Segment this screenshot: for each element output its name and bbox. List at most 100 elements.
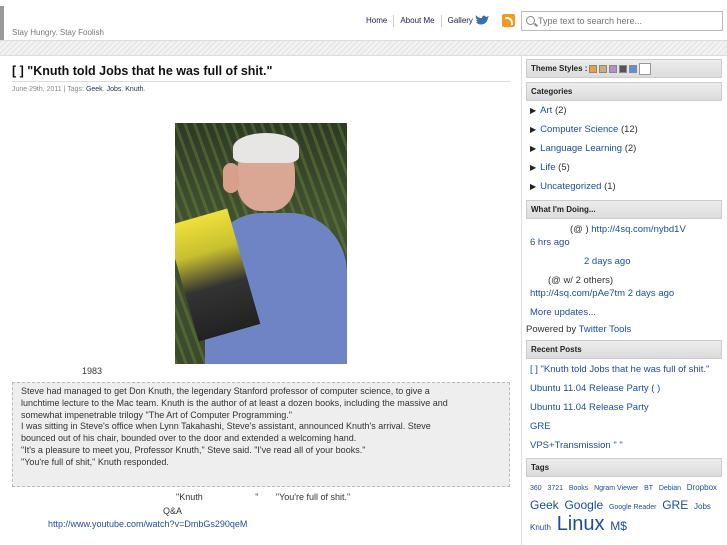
twitter-tools-link[interactable]: Twitter Tools	[579, 324, 632, 335]
recent-post-item[interactable]: Ubuntu 11.04 Release Party	[526, 395, 727, 414]
theme-swatch-dark[interactable]	[619, 64, 628, 73]
category-link[interactable]: Uncategorized	[540, 181, 601, 192]
youtube-link[interactable]: http://www.youtube.com/watch?v=DmbGs290q…	[48, 519, 247, 529]
category-item[interactable]: ▶ Life (5)	[526, 158, 727, 177]
tag-cloud-link[interactable]: BT	[644, 485, 653, 492]
arrow-right-icon: ▶	[530, 182, 537, 191]
tweet-link[interactable]: http://4sq.com/pAe7tm	[530, 288, 625, 299]
recent-post-link[interactable]: [ ] "Knuth told Jobs that he was full of…	[530, 364, 709, 375]
tag-cloud-link[interactable]: 360	[530, 485, 542, 492]
post-text-line: "Knuth " "You're full of shit."	[176, 492, 351, 502]
recent-post-link[interactable]: VPS+Transmission " "	[530, 440, 623, 451]
category-item[interactable]: ▶ Art (2)	[526, 101, 727, 120]
recent-post-item[interactable]: [ ] "Knuth told Jobs that he was full of…	[526, 359, 727, 376]
tag-cloud: 360 3721 Books Ngram Viewer BT Debian Dr…	[526, 477, 727, 536]
title-divider	[12, 81, 510, 82]
tag-cloud-link[interactable]: Google	[564, 498, 603, 512]
category-item[interactable]: ▶ Computer Science (12)	[526, 120, 727, 139]
quote-line: Steve had managed to get Don Knuth, the …	[21, 386, 430, 396]
tag-cloud-link[interactable]: Knuth	[530, 523, 551, 532]
arrow-right-icon: ▶	[530, 163, 537, 172]
tag-cloud-link[interactable]: Google Reader	[609, 504, 656, 511]
arrow-right-icon: ▶	[530, 106, 537, 115]
recent-posts-header: Recent Posts	[526, 340, 722, 359]
recent-post-link[interactable]: GRE	[530, 421, 551, 432]
recent-post-link[interactable]: Ubuntu 11.04 Release Party ( )	[530, 383, 660, 394]
category-link[interactable]: Life	[540, 162, 555, 173]
theme-styles-header: Theme Styles :	[526, 59, 722, 78]
photo-hair	[233, 133, 299, 163]
quote-line: lunchtime lecture to the Mac team. Knuth…	[21, 397, 448, 408]
recent-post-item[interactable]: VPS+Transmission " "	[526, 433, 727, 452]
main-content: [ ] "Knuth told Jobs that he was full of…	[0, 56, 522, 545]
tag-cloud-link[interactable]: Dropbox	[687, 483, 717, 492]
category-count: (12)	[620, 124, 638, 135]
knuth-photo	[175, 123, 347, 364]
tag-cloud-link[interactable]: Books	[569, 485, 588, 492]
photo-caption: 1983	[82, 366, 103, 376]
category-count: (2)	[624, 143, 637, 154]
tweet-text: (@ )	[570, 224, 589, 235]
post-meta: June 29th, 2011 | Tags: Geek. Jobs. Knut…	[12, 86, 146, 93]
category-link[interactable]: Language Learning	[540, 143, 622, 154]
nav-separator	[393, 15, 395, 27]
tweet-time[interactable]: 2 days ago	[628, 288, 674, 299]
category-item[interactable]: ▶ Uncategorized (1)	[526, 177, 727, 196]
category-item[interactable]: ▶ Language Learning (2)	[526, 139, 727, 158]
top-nav: Home About Me Gallery	[366, 15, 473, 27]
photo-hand	[223, 163, 239, 193]
post-title[interactable]: [ ] "Knuth told Jobs that he was full of…	[12, 64, 272, 78]
header-stripe-band	[0, 40, 727, 56]
nav-gallery[interactable]: Gallery	[448, 16, 473, 27]
tag-link[interactable]: Geek	[86, 86, 103, 93]
rss-icon[interactable]	[502, 14, 515, 27]
quote-line: "It's a pleasure to meet you, Professor …	[21, 444, 366, 455]
tag-link[interactable]: Knuth	[125, 86, 143, 93]
twitter-bird-icon[interactable]	[474, 13, 490, 27]
category-link[interactable]: Art	[540, 105, 552, 116]
tweet: 2 days ago	[526, 249, 727, 268]
tweet-time[interactable]: 6 hrs ago	[530, 237, 570, 248]
quote-line: "You're full of shit," Knuth responded.	[21, 456, 169, 467]
category-count: (5)	[558, 162, 570, 173]
header-accent-bar	[0, 6, 4, 40]
tag-cloud-link[interactable]: Jobs	[694, 502, 711, 511]
post-text-line: Q&A	[163, 506, 183, 516]
categories-header: Categories	[526, 82, 722, 101]
recent-post-item[interactable]: GRE	[526, 414, 727, 433]
category-count: (1)	[604, 181, 616, 192]
more-updates-link[interactable]: More updates...	[530, 307, 596, 318]
tag-cloud-link[interactable]: Debian	[659, 485, 681, 492]
tweet-link[interactable]: http://4sq.com/nybd1V	[591, 224, 686, 235]
nav-about[interactable]: About Me	[400, 16, 434, 27]
tag-cloud-link[interactable]: GRE	[662, 498, 688, 512]
tag-cloud-link[interactable]: Linux	[557, 513, 605, 535]
tweet-time[interactable]: 2 days ago	[584, 256, 630, 267]
quote-line: I was sitting in Steve's office when Lyn…	[21, 421, 431, 432]
recent-post-link[interactable]: Ubuntu 11.04 Release Party	[530, 402, 649, 413]
tag-cloud-link[interactable]: 3721	[547, 485, 563, 492]
theme-swatch-orange[interactable]	[589, 64, 598, 73]
tweet: (@ w/ 2 others) http://4sq.com/pAe7tm 2 …	[526, 268, 727, 300]
category-link[interactable]: Computer Science	[540, 124, 618, 135]
recent-post-item[interactable]: Ubuntu 11.04 Release Party ( )	[526, 376, 727, 395]
theme-swatch-blue[interactable]	[629, 64, 638, 73]
more-updates: More updates...	[526, 300, 727, 319]
site-tagline: Stay Hungry. Stay Foolish	[12, 28, 104, 37]
theme-swatch-tan[interactable]	[599, 64, 608, 73]
blockquote: Steve had managed to get Don Knuth, the …	[12, 382, 510, 487]
search-input[interactable]	[538, 14, 718, 28]
quote-line: somewhat impenetrable trilogy "The Art o…	[21, 409, 293, 420]
tweet-text: (@ w/ 2 others)	[548, 275, 614, 286]
theme-swatch-purple[interactable]	[609, 64, 618, 73]
tag-cloud-link[interactable]: Ngram Viewer	[594, 485, 638, 492]
theme-swatch-white[interactable]	[639, 62, 652, 75]
search-box[interactable]	[521, 11, 723, 31]
nav-home[interactable]: Home	[366, 16, 387, 27]
tag-cloud-link[interactable]: Geek	[530, 498, 559, 512]
tag-cloud-link[interactable]: M$	[610, 519, 627, 533]
tag-link[interactable]: Jobs	[107, 86, 122, 93]
powered-by-label: Powered by	[526, 324, 579, 335]
quote-line: bounced out of his chair, bounded over t…	[21, 433, 357, 444]
site-header: Stay Hungry. Stay Foolish Home About Me …	[0, 0, 727, 40]
